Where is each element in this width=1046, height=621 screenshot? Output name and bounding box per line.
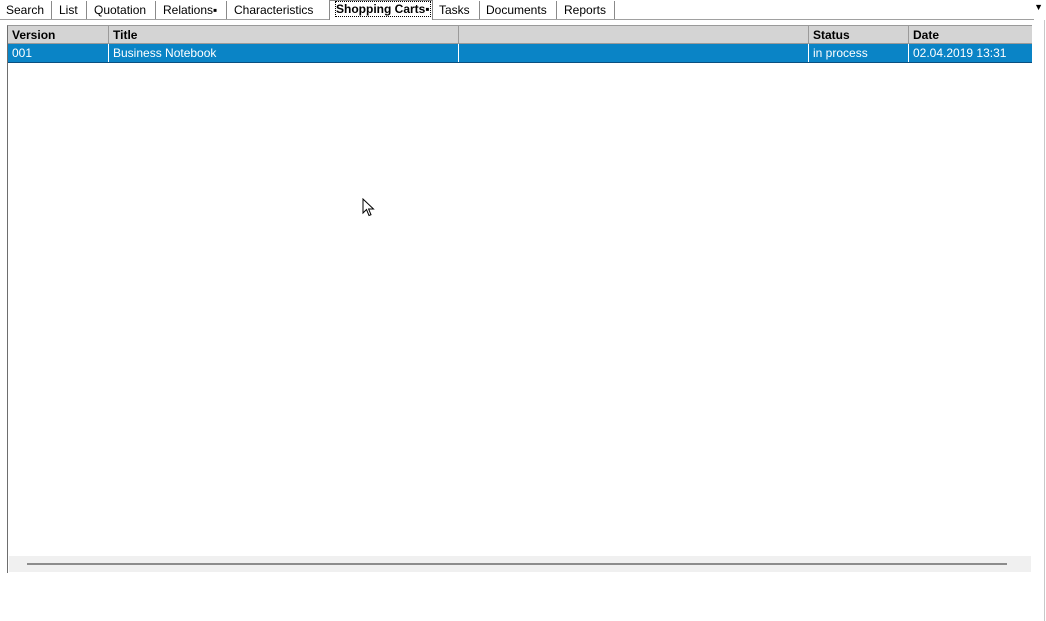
window-edge [1044,20,1045,621]
tab-tasks[interactable]: Tasks [433,1,480,19]
column-header-blank[interactable] [459,26,809,44]
tab-documents[interactable]: Documents [480,1,557,19]
cell-date: 02.04.2019 13:31 [913,46,1007,60]
tab-baseline [0,19,1034,20]
tab-strip: Search List Quotation Relations▪ Charact… [0,0,1046,20]
column-header-version[interactable]: Version [8,26,109,44]
tab-label: Relations▪ [163,3,218,17]
cell-title: Business Notebook [109,44,459,62]
column-header-date[interactable]: Date [909,26,1032,44]
tab-quotation[interactable]: Quotation [88,1,156,19]
tab-label: Reports [564,3,607,17]
cell-status: in process [809,44,909,62]
cell-version: 001 [8,44,109,62]
horizontal-scrollbar[interactable] [9,556,1031,572]
tab-relations[interactable]: Relations▪ [157,1,227,19]
tab-label: Characteristics [234,3,314,17]
column-header-status[interactable]: Status [809,26,909,44]
tab-search[interactable]: Search [0,1,52,19]
tab-label: List [59,3,78,17]
table-row[interactable]: 001 Business Notebook in process 02.04.2… [8,44,1032,63]
tab-label: Shopping Carts▪ [335,1,431,17]
tab-label: Search [6,3,45,17]
column-header-title[interactable]: Title [109,26,459,44]
tab-label: Documents [486,3,547,17]
tab-characteristics[interactable]: Characteristics [228,1,330,19]
tab-list[interactable]: List [53,1,87,19]
tab-reports[interactable]: Reports [558,1,615,19]
tab-label: Tasks [439,3,470,17]
mouse-cursor-icon [362,198,375,217]
grid-header: Version Title Status Date [8,26,1032,44]
shopping-carts-grid: Version Title Status Date 001 Business N… [7,25,1032,573]
tab-label: Quotation [94,3,147,17]
scrollbar-thumb[interactable] [27,563,1007,565]
tab-overflow-dropdown-icon[interactable]: ▼ [1034,2,1043,12]
tab-shopping-carts[interactable]: Shopping Carts▪ [329,0,433,20]
cell-blank [459,44,809,62]
